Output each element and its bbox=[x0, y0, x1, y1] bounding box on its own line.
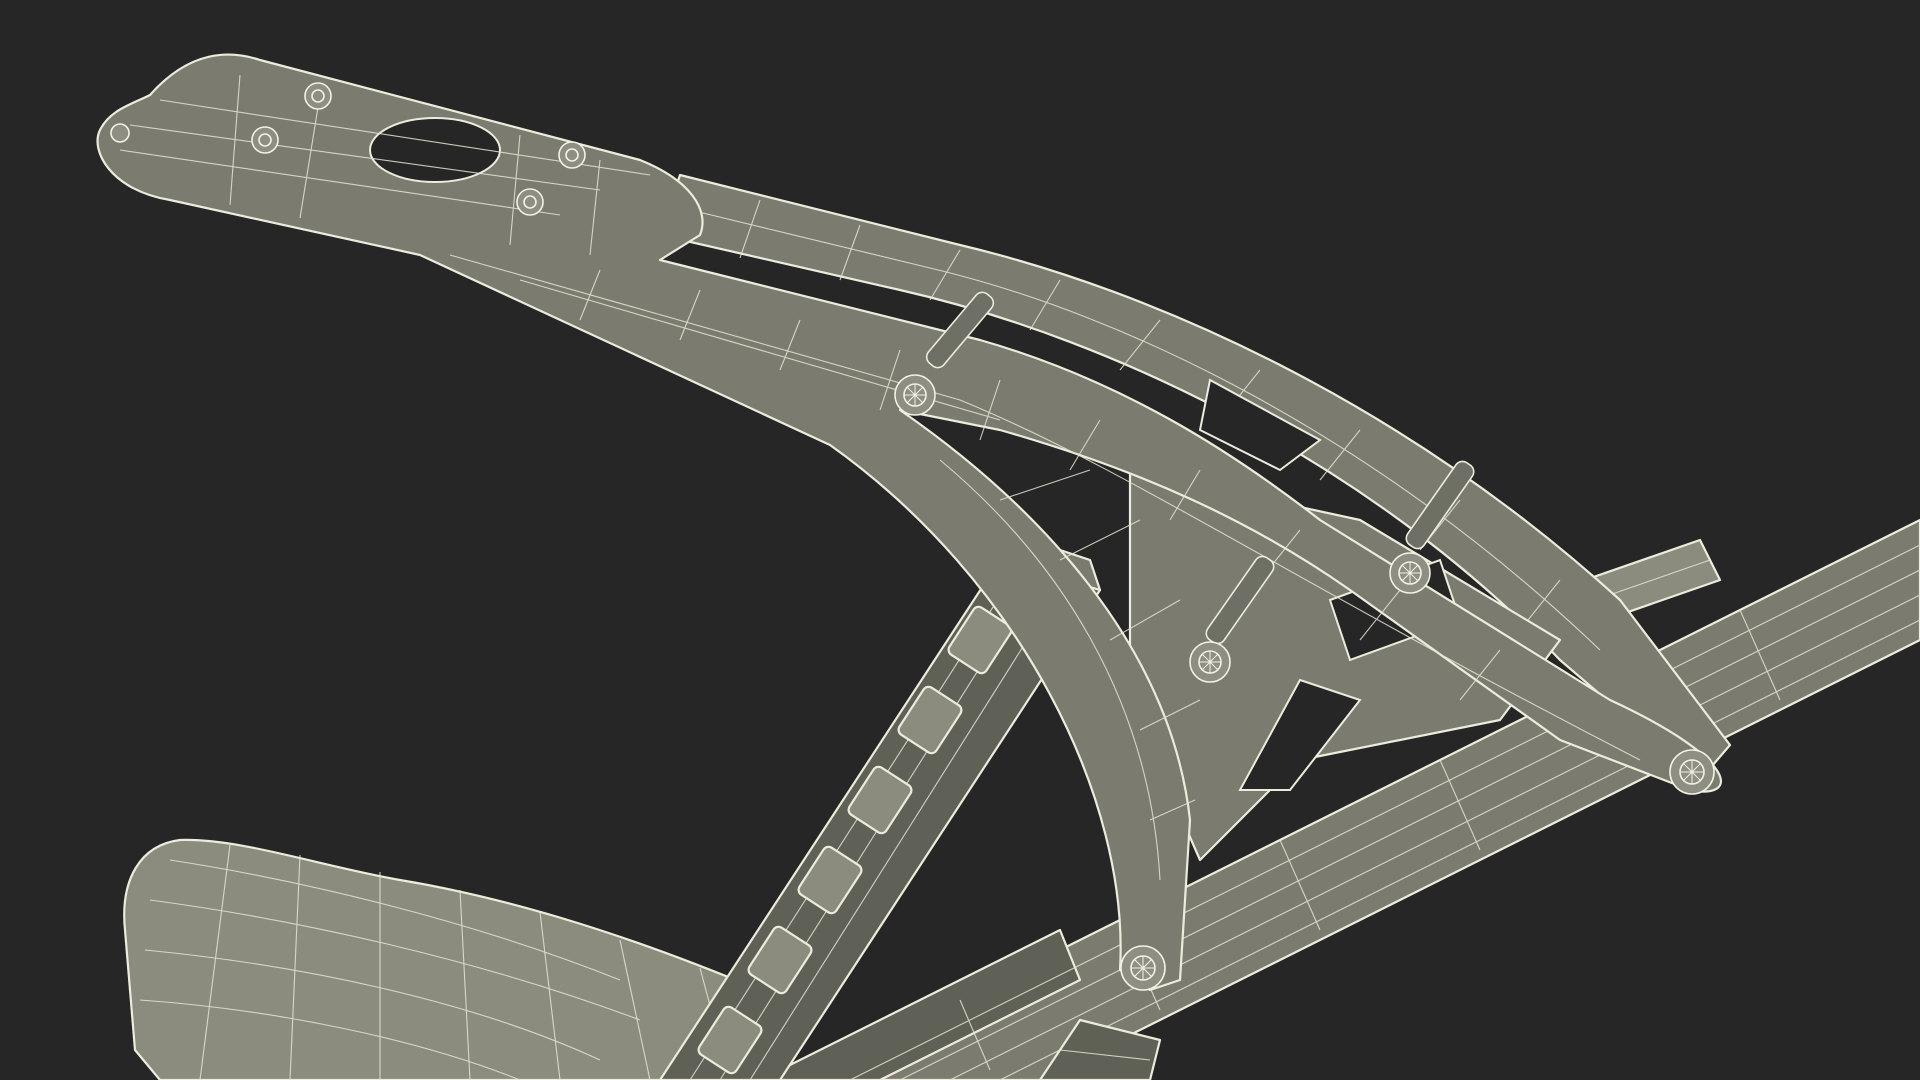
bolt bbox=[558, 141, 586, 169]
bolt bbox=[251, 126, 279, 154]
seat-pad bbox=[123, 838, 782, 1080]
bolt bbox=[304, 82, 332, 110]
bolt bbox=[516, 188, 544, 216]
bolt bbox=[1389, 552, 1431, 594]
bolt bbox=[110, 123, 130, 143]
bolt bbox=[1669, 749, 1715, 795]
wireframe-render bbox=[96, 53, 1920, 1080]
bolt bbox=[1120, 945, 1166, 991]
bolt bbox=[894, 374, 936, 416]
bolt bbox=[1189, 641, 1231, 683]
